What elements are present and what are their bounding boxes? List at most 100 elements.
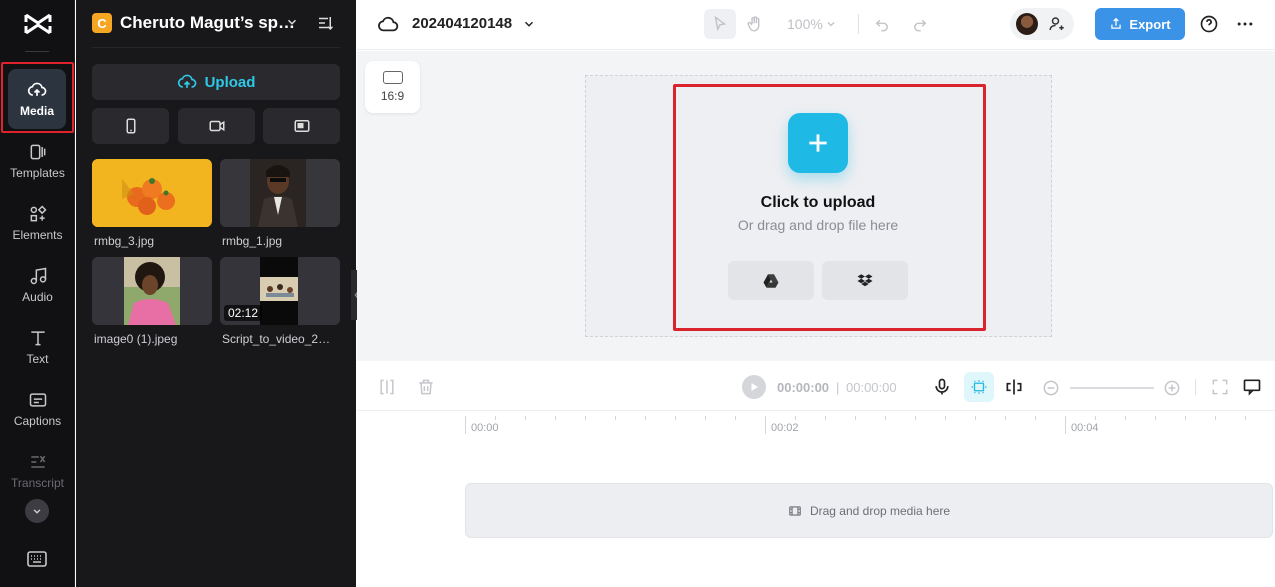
ruler-tick xyxy=(855,416,856,420)
cloud-sync-icon[interactable] xyxy=(377,14,399,34)
toolbar-divider xyxy=(1195,379,1196,395)
zoom-in-icon[interactable] xyxy=(1162,378,1182,398)
add-media-button[interactable] xyxy=(788,113,848,173)
rail-item-label: Text xyxy=(26,352,49,366)
rail-item-label: Audio xyxy=(22,290,53,304)
rail-item-label: Templates xyxy=(10,166,65,180)
total-time: 00:00:00 xyxy=(846,380,897,395)
timeline-zoom-slider[interactable] xyxy=(1070,387,1154,389)
media-thumb-script-video[interactable]: 02:12 xyxy=(220,257,340,325)
media-thumb-label: rmbg_3.jpg xyxy=(94,234,155,248)
select-tool-button[interactable] xyxy=(704,9,736,39)
hand-tool-button[interactable] xyxy=(742,9,768,39)
track-hint: Drag and drop media here xyxy=(809,503,951,518)
ruler-label: 00:00 xyxy=(471,422,499,434)
zoom-out-icon[interactable] xyxy=(1041,378,1061,398)
dropbox-icon xyxy=(857,273,873,286)
templates-icon xyxy=(30,144,45,160)
captions-icon xyxy=(29,393,46,407)
more-tools-button[interactable] xyxy=(25,499,49,523)
music-note-icon xyxy=(30,267,46,285)
ruler-tick xyxy=(795,416,796,420)
trash-icon[interactable] xyxy=(416,377,436,397)
share-icon xyxy=(1111,17,1122,29)
rail-item-label: Elements xyxy=(12,228,63,242)
timeline-ruler[interactable]: 00:00 00:02 00:04 xyxy=(465,412,1275,436)
zoom-level[interactable]: 100% xyxy=(787,16,823,32)
sort-icon[interactable] xyxy=(316,14,334,32)
rail-item-text[interactable]: Text xyxy=(0,318,75,376)
ruler-tick xyxy=(585,416,586,420)
ruler-tick xyxy=(555,416,556,420)
hand-icon xyxy=(747,16,760,32)
rail-divider xyxy=(25,51,49,52)
upload-button[interactable]: Upload xyxy=(92,64,340,100)
media-thumb-label: Script_to_video_2… xyxy=(222,332,331,346)
microphone-icon[interactable] xyxy=(932,377,952,397)
transcript-icon xyxy=(30,455,45,468)
ruler-tick xyxy=(495,416,496,420)
add-user-icon[interactable] xyxy=(1048,15,1066,33)
ruler-tick xyxy=(1035,416,1036,420)
timeline: 00:00:00 | 00:00:00 00:00 00:02 00:04 Drag… xyxy=(357,362,1275,587)
snap-toggle-button[interactable] xyxy=(964,372,994,402)
media-thumb-rmbg-1[interactable] xyxy=(220,159,340,227)
ruler-tick xyxy=(1125,416,1126,420)
media-track-drop-zone[interactable]: Drag and drop media here xyxy=(465,483,1273,538)
fullscreen-icon[interactable] xyxy=(1210,377,1230,397)
rail-item-transcript[interactable]: Transcript xyxy=(0,442,75,500)
timeline-toolbar: 00:00:00 | 00:00:00 xyxy=(357,362,1275,411)
help-icon[interactable] xyxy=(1199,14,1219,34)
chevron-down-icon[interactable] xyxy=(825,18,837,30)
project-name[interactable]: Cheruto Magut’s sp… xyxy=(120,13,295,33)
rail-item-captions[interactable]: Captions xyxy=(0,380,75,438)
woman-portrait-image xyxy=(92,257,212,325)
ruler-tick xyxy=(1215,416,1216,420)
google-drive-button[interactable] xyxy=(728,261,814,300)
media-thumb-image0[interactable] xyxy=(92,257,212,325)
canvas-area: 16:9 Click to upload Or drag and drop fi… xyxy=(357,51,1275,361)
rail-item-label: Captions xyxy=(13,414,62,428)
export-button[interactable]: Export xyxy=(1095,8,1185,40)
rail-item-elements[interactable]: Elements xyxy=(0,194,75,252)
document-name[interactable]: 202404120148 xyxy=(412,15,512,32)
keyboard-shortcuts-button[interactable] xyxy=(27,551,47,567)
split-icon[interactable] xyxy=(377,377,397,397)
capcut-logo-icon[interactable] xyxy=(22,10,54,38)
export-label: Export xyxy=(1129,16,1171,32)
text-icon xyxy=(30,331,45,346)
dropbox-button[interactable] xyxy=(822,261,908,300)
media-thumb-label: image0 (1).jpeg xyxy=(94,332,178,346)
split-center-icon[interactable] xyxy=(1004,377,1024,397)
record-camera-button[interactable] xyxy=(178,108,255,144)
ruler-tick xyxy=(1005,416,1006,420)
undo-button[interactable] xyxy=(871,9,893,39)
ruler-tick xyxy=(765,416,766,434)
chevron-down-icon[interactable] xyxy=(522,17,536,31)
magnet-snap-icon xyxy=(971,380,987,394)
rail-item-templates[interactable]: Templates xyxy=(0,132,75,190)
avatar[interactable] xyxy=(1016,13,1038,35)
time-separator: | xyxy=(836,380,840,395)
highlight-box-media xyxy=(1,62,74,133)
chevron-down-icon[interactable] xyxy=(285,15,299,29)
feedback-icon[interactable] xyxy=(1242,377,1262,397)
ruler-label: 00:04 xyxy=(1071,422,1099,434)
elements-icon xyxy=(30,205,47,222)
more-menu-icon[interactable] xyxy=(1235,14,1255,34)
cloud-upload-icon xyxy=(177,74,196,88)
media-thumb-rmbg-3[interactable] xyxy=(92,159,212,227)
upload-label: Upload xyxy=(204,73,256,91)
rail-item-audio[interactable]: Audio xyxy=(0,256,75,314)
record-screen-button[interactable] xyxy=(263,108,340,144)
film-icon xyxy=(789,505,801,516)
redo-button[interactable] xyxy=(909,9,931,39)
aspect-ratio-button[interactable]: 16:9 xyxy=(365,61,420,113)
redo-icon xyxy=(914,19,927,32)
play-button[interactable] xyxy=(742,375,766,399)
phone-upload-button[interactable] xyxy=(92,108,169,144)
plus-icon xyxy=(809,134,827,152)
aspect-ratio-label: 16:9 xyxy=(380,89,405,103)
toolbar-divider xyxy=(858,14,859,34)
click-to-upload-text[interactable]: Click to upload xyxy=(673,194,963,212)
